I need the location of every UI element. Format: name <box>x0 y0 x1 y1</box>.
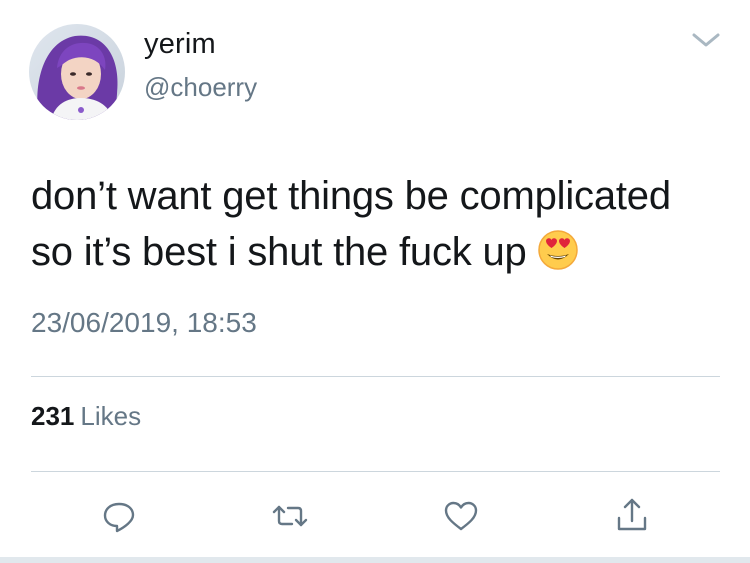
tweet-line: so it’s best i shut the fuck up <box>31 224 731 280</box>
divider <box>31 471 720 472</box>
timestamp[interactable]: 23/06/2019, 18:53 <box>31 307 257 339</box>
display-name[interactable]: yerim <box>144 28 216 61</box>
avatar[interactable] <box>29 24 125 120</box>
bottom-edge <box>0 557 750 563</box>
likes-count: 231 <box>31 401 75 431</box>
likes-label: Likes <box>80 401 142 431</box>
divider <box>31 376 720 377</box>
tweet-line-text: so it’s best i shut the fuck up <box>31 230 527 274</box>
chevron-down-icon[interactable] <box>688 28 724 52</box>
heart-eyes-emoji-icon <box>537 229 579 271</box>
share-icon[interactable] <box>612 496 652 536</box>
user-handle[interactable]: @choerry <box>144 72 257 103</box>
retweet-icon[interactable] <box>270 496 310 536</box>
tweet-text: don’t want get things be complicated so … <box>31 168 731 280</box>
tweet-line: don’t want get things be complicated <box>31 174 671 218</box>
likes-stat[interactable]: 231 Likes <box>31 401 141 432</box>
like-icon[interactable] <box>441 496 481 536</box>
reply-icon[interactable] <box>99 496 139 536</box>
